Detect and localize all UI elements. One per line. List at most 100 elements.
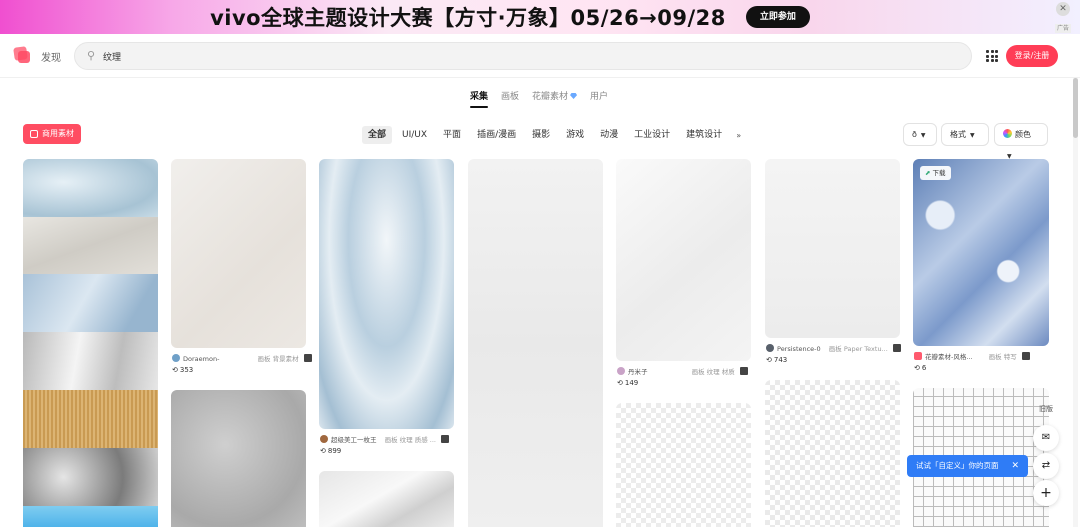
mail-icon[interactable]: ✉ [1033, 425, 1059, 451]
category-anime[interactable]: 动漫 [594, 126, 624, 144]
pin-user[interactable]: 丹米子 [628, 368, 648, 376]
pin-board[interactable]: 特写 [1004, 353, 1017, 361]
pin-image[interactable] [616, 403, 751, 527]
customize-toast[interactable]: 试试「自定义」你的页面 ✕ [907, 455, 1028, 477]
commercial-materials-button[interactable]: 商用素材 [23, 124, 81, 144]
repin-count-value: 6 [921, 364, 927, 372]
chevron-down-icon: ▼ [970, 132, 975, 139]
nav-discover[interactable]: 发现 [41, 49, 61, 64]
avatar[interactable] [617, 367, 625, 375]
pin-board[interactable]: Paper Textu... [844, 345, 888, 353]
login-register-button[interactable]: 登录/注册 [1006, 45, 1058, 67]
banner-join-button[interactable]: 立即参加 [745, 6, 810, 28]
download-chip[interactable]: ⬈ 下载 [920, 166, 951, 180]
repin-count: ⟲ 353 [172, 366, 193, 374]
repin-count-value: 899 [327, 447, 342, 455]
pin-image[interactable] [171, 159, 306, 348]
commercial-icon [30, 130, 38, 138]
avatar[interactable] [766, 344, 774, 352]
search-icon: ⚲ [87, 49, 96, 62]
board-label: 画板 [988, 353, 1002, 361]
pin-user[interactable]: 超级美工一枚王 [331, 436, 377, 444]
pin-meta: Doraemon- 画板 背景素材 [172, 353, 312, 363]
old-version-link[interactable]: 旧版 [1036, 404, 1056, 414]
pin-user[interactable]: Doraemon- [183, 355, 219, 363]
pin-image[interactable] [616, 159, 751, 361]
scrollbar-thumb[interactable] [1073, 78, 1078, 138]
color-dropdown[interactable]: 颜色▼ [994, 123, 1048, 160]
pin-board[interactable]: 纹理 材质 [707, 368, 735, 376]
repin-count: ⟲ 743 [766, 356, 787, 364]
banner-title: vivo全球主题设计大赛【方寸·万象】05/26→09/28 [210, 6, 726, 30]
tab-materials[interactable]: 花瓣素材 [532, 89, 578, 108]
promo-banner[interactable]: vivo全球主题设计大赛【方寸·万象】05/26→09/28 立即参加 ✕ 广告 [0, 0, 1080, 34]
category-game[interactable]: 游戏 [560, 126, 590, 144]
more-categories-icon[interactable]: » [732, 128, 745, 143]
repin-icon: ⟲ [172, 366, 178, 374]
tab-boards[interactable]: 画板 [501, 89, 519, 108]
pin-image[interactable] [171, 390, 306, 527]
huaban-logo-icon[interactable] [13, 46, 30, 63]
pin-board[interactable]: 背景素材 [273, 355, 299, 363]
download-label: 下载 [932, 169, 946, 177]
format-dropdown[interactable]: 格式 ▼ [941, 123, 989, 146]
avatar[interactable] [172, 354, 180, 362]
board-label: 画板 [257, 355, 271, 363]
pin-user[interactable]: 花瓣素材-风格... [925, 353, 973, 361]
tab-users[interactable]: 用户 [590, 89, 608, 108]
repin-icon: ⟲ [766, 356, 772, 364]
commercial-label: 商用素材 [42, 129, 74, 138]
pin-image[interactable] [23, 159, 158, 527]
board-icon [303, 354, 312, 362]
pin-meta: Persistence-0 画板 Paper Textu... [766, 343, 901, 353]
category-uiux[interactable]: UI/UX [396, 126, 433, 144]
color-palette-icon [1003, 129, 1012, 138]
tab-pins[interactable]: 采集 [470, 89, 489, 108]
repin-icon: ⟲ [914, 364, 920, 372]
pin-board[interactable]: 纹理 质感 ... [400, 436, 436, 444]
banner-close-icon[interactable]: ✕ [1056, 2, 1070, 16]
category-industrial[interactable]: 工业设计 [628, 126, 676, 144]
pin-image[interactable] [765, 380, 900, 527]
add-icon[interactable]: + [1033, 480, 1059, 506]
ad-label: 广告 [1054, 24, 1071, 33]
board-label: 画板 [828, 345, 842, 353]
pin-image[interactable] [913, 159, 1049, 346]
search-bar[interactable]: ⚲ [74, 42, 972, 70]
category-architecture[interactable]: 建筑设计 [680, 126, 728, 144]
pin-image[interactable] [319, 159, 454, 429]
filter-a-dropdown[interactable]: ð ▼ [903, 123, 937, 146]
apps-grid-icon[interactable] [986, 50, 998, 62]
diamond-icon [570, 93, 578, 99]
pin-meta: 超级美工一枚王 画板 纹理 质感 ... [320, 434, 449, 444]
repin-count-value: 149 [624, 379, 639, 387]
top-header: 发现 ⚲ 登录/注册 [0, 34, 1080, 78]
repin-count-value: 743 [773, 356, 788, 364]
chevron-down-icon: ▼ [920, 132, 926, 139]
page-scrollbar[interactable] [1073, 78, 1078, 527]
board-icon [739, 367, 748, 375]
category-photography[interactable]: 摄影 [526, 126, 556, 144]
category-graphic[interactable]: 平面 [437, 126, 467, 144]
category-bar: 全部 UI/UX 平面 插画/漫画 摄影 游戏 动漫 工业设计 建筑设计 » [362, 126, 745, 144]
pin-user[interactable]: Persistence-0 [777, 345, 821, 353]
filter-a-label: ð [912, 130, 917, 139]
pin-image[interactable] [468, 159, 603, 527]
result-tabs: 采集 画板 花瓣素材 用户 [470, 89, 608, 108]
repin-count: ⟲ 6 [914, 364, 926, 372]
format-label: 格式 [950, 130, 966, 139]
pin-image[interactable] [319, 471, 454, 527]
tab-materials-label: 花瓣素材 [532, 92, 569, 102]
pin-image[interactable] [765, 159, 900, 338]
category-all[interactable]: 全部 [362, 126, 393, 144]
avatar[interactable] [914, 352, 922, 360]
avatar[interactable] [320, 435, 328, 443]
switch-icon[interactable]: ⇄ [1033, 453, 1059, 479]
search-input[interactable] [103, 48, 703, 64]
toast-text: 试试「自定义」你的页面 [916, 461, 999, 470]
board-icon [892, 344, 901, 352]
category-illustration[interactable]: 插画/漫画 [471, 126, 522, 144]
repin-count: ⟲ 149 [617, 379, 638, 387]
board-label: 画板 [384, 436, 398, 444]
toast-close-icon[interactable]: ✕ [1011, 455, 1019, 477]
